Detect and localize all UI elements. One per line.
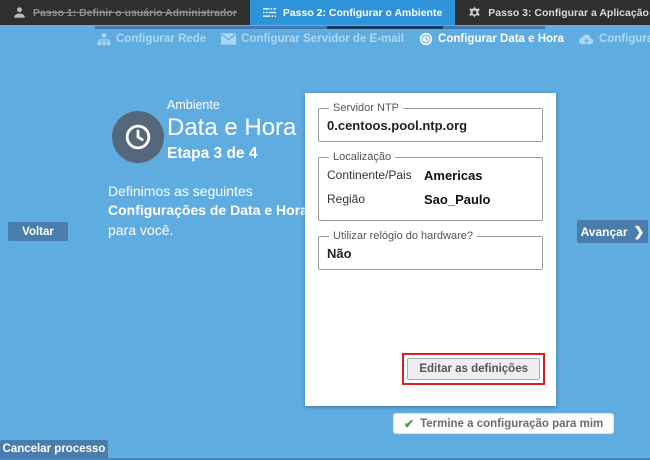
- tab-step-2[interactable]: Passo 2: Configurar o Ambiente: [250, 0, 455, 25]
- section-kicker: Ambiente: [167, 98, 296, 112]
- finish-for-me-button[interactable]: ✔ Termine a configuração para mim: [393, 413, 614, 434]
- subnav-label: Configurar Backup: [599, 33, 650, 45]
- check-icon: ✔: [404, 417, 414, 431]
- wizard-progress-track: [95, 26, 545, 29]
- hardware-clock-fieldset: Utilizar relógio do hardware? Não: [318, 230, 543, 270]
- gear-icon: [468, 6, 481, 19]
- subnav-configurar-rede[interactable]: Configurar Rede: [97, 33, 206, 46]
- step-2-label: Passo 2: Configurar o Ambiente: [283, 7, 442, 19]
- localization-fieldset: Localização Continente/Pais Americas Reg…: [318, 151, 543, 221]
- hardware-clock-legend: Utilizar relógio do hardware?: [329, 230, 477, 242]
- continent-row: Continente/Pais Americas: [327, 165, 534, 189]
- next-button[interactable]: Avançar ❯: [577, 220, 648, 243]
- ntp-server-legend: Servidor NTP: [329, 102, 403, 114]
- subnav-label: Configurar Rede: [116, 33, 206, 45]
- wizard-progress-indicator: [327, 26, 443, 29]
- step-1-label: Passo 1: Definir o usuário Administrador: [33, 7, 237, 19]
- subnav-configurar-backup[interactable]: Configurar Backup: [579, 33, 650, 45]
- page-title: Data e Hora: [167, 114, 296, 142]
- network-icon: [97, 33, 111, 46]
- step-3-label: Passo 3: Configurar a Aplicação: [488, 7, 649, 19]
- red-annotation-box: Editar as definições: [402, 353, 545, 385]
- datetime-settings-card: Servidor NTP 0.centoos.pool.ntp.org Loca…: [305, 93, 556, 406]
- chevron-right-icon: ❯: [634, 224, 645, 240]
- subnav-label: Configurar Servidor de E-mail: [241, 33, 404, 45]
- intro-heading: Ambiente Data e Hora Etapa 3 de 4: [167, 98, 296, 163]
- clock-badge-icon: [112, 111, 164, 163]
- next-button-label: Avançar: [581, 225, 628, 239]
- region-value: Sao_Paulo: [424, 192, 490, 207]
- environment-subnav: Configurar Rede Configurar Servidor de E…: [97, 32, 650, 46]
- edit-settings-button[interactable]: Editar as definições: [407, 358, 540, 380]
- intro-description: Definimos as seguintes Configurações de …: [108, 182, 318, 240]
- setup-wizard-window: Passo 1: Definir o usuário Administrador…: [0, 0, 650, 460]
- finish-button-label: Termine a configuração para mim: [420, 418, 603, 430]
- cancel-process-button[interactable]: Cancelar processo: [0, 440, 108, 458]
- region-row: Região Sao_Paulo: [327, 189, 534, 213]
- user-icon: [13, 6, 26, 19]
- localization-legend: Localização: [329, 151, 395, 163]
- continent-value: Americas: [424, 168, 483, 183]
- step-counter: Etapa 3 de 4: [167, 145, 296, 163]
- tab-step-1[interactable]: Passo 1: Definir o usuário Administrador: [0, 0, 250, 25]
- wizard-steps-bar: Passo 1: Definir o usuário Administrador…: [0, 0, 650, 25]
- ntp-server-value: 0.centoos.pool.ntp.org: [327, 116, 534, 134]
- region-label: Região: [327, 192, 424, 207]
- envelope-icon: [221, 33, 236, 45]
- cloud-upload-icon: [579, 33, 594, 45]
- continent-label: Continente/Pais: [327, 168, 424, 183]
- ntp-server-fieldset: Servidor NTP 0.centoos.pool.ntp.org: [318, 102, 543, 142]
- subnav-label: Configurar Data e Hora: [438, 33, 564, 45]
- subnav-configurar-email[interactable]: Configurar Servidor de E-mail: [221, 33, 404, 45]
- subnav-configurar-data-e-hora[interactable]: Configurar Data e Hora: [419, 32, 564, 46]
- sliders-icon: [263, 6, 276, 19]
- back-button[interactable]: Voltar: [8, 222, 68, 241]
- hardware-clock-value: Não: [327, 244, 534, 262]
- clock-icon: [419, 32, 433, 46]
- tab-step-3[interactable]: Passo 3: Configurar a Aplicação: [455, 0, 650, 25]
